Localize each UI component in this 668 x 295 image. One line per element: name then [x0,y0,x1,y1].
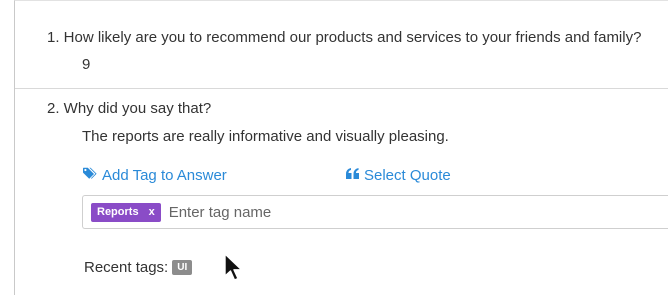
quote-icon [346,167,360,184]
question-2-section: 2. Why did you say that? The reports are… [15,89,668,295]
question-2-title: 2. Why did you say that? [47,100,212,117]
tag-name-input[interactable] [166,202,471,222]
add-tag-to-answer-link[interactable]: Add Tag to Answer [83,167,227,184]
applied-tag-label: Reports [97,206,139,218]
select-quote-link[interactable]: Select Quote [346,167,451,184]
question-1-section: 1. How likely are you to recommend our p… [15,1,668,89]
tags-icon [83,167,98,184]
question-1-title: 1. How likely are you to recommend our p… [47,29,642,46]
tag-input-box[interactable]: Reports x [82,195,668,229]
add-tag-label: Add Tag to Answer [102,167,227,184]
select-quote-label: Select Quote [364,167,451,184]
recent-tags: Recent tags: UI [84,259,193,276]
applied-tag-reports: Reports x [91,202,161,222]
survey-response-panel: 1. How likely are you to recommend our p… [14,0,668,295]
mouse-pointer-icon [223,253,245,288]
remove-tag-button[interactable]: x [149,206,155,218]
question-1-answer: 9 [82,56,91,73]
recent-tag-ui[interactable]: UI [172,260,193,275]
question-2-answer: The reports are really informative and v… [82,128,449,145]
recent-tags-label: Recent tags: [84,259,169,276]
